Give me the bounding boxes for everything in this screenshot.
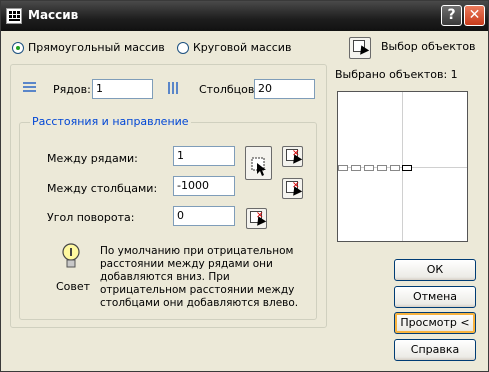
rect-array-radio[interactable] <box>12 42 24 54</box>
columns-label: Столбцов: <box>199 83 259 96</box>
angle-input[interactable]: 0 <box>173 206 235 226</box>
array-app-icon <box>6 8 22 24</box>
col-offset-label: Между столбцами: <box>47 182 158 195</box>
select-objects-button[interactable] <box>349 37 371 59</box>
rows-icon <box>23 82 36 92</box>
preview-cell-base <box>402 165 412 171</box>
title-bar: Массив ? ✕ <box>1 1 488 31</box>
pick-angle-button[interactable]: ✕ <box>246 208 267 229</box>
help-icon-button[interactable]: ? <box>441 5 462 26</box>
preview-button[interactable]: Просмотр < <box>394 312 476 334</box>
preview-cell <box>390 165 400 171</box>
row-offset-input[interactable]: 1 <box>173 146 235 166</box>
columns-icon <box>168 82 178 94</box>
ok-button[interactable]: ОК <box>394 259 476 281</box>
pick-both-offsets-button[interactable] <box>245 146 272 180</box>
columns-input[interactable]: 20 <box>254 79 315 99</box>
preview-cell <box>338 165 348 171</box>
pick-row-offset-button[interactable]: ✕ <box>282 146 303 167</box>
rect-array-label[interactable]: Прямоугольный массив <box>28 41 165 54</box>
array-dialog: Массив ? ✕ Прямоугольный массив Круговой… <box>0 0 489 372</box>
tip-label: Совет <box>56 280 91 293</box>
cancel-button[interactable]: Отмена <box>394 286 476 308</box>
array-preview <box>337 91 468 242</box>
polar-array-label[interactable]: Круговой массив <box>193 41 291 54</box>
angle-label: Угол поворота: <box>47 211 135 224</box>
preview-cell <box>351 165 361 171</box>
help-button[interactable]: Справка <box>394 339 476 361</box>
col-offset-input[interactable]: -1000 <box>173 176 235 196</box>
tip-text: По умолчанию при отрицательном расстояни… <box>100 245 299 309</box>
spacing-group-title: Расстояния и направление <box>30 115 191 128</box>
row-offset-label: Между рядами: <box>47 152 138 165</box>
pick-column-offset-button[interactable]: ✕ <box>282 178 303 199</box>
preview-cell <box>377 165 387 171</box>
rows-input[interactable]: 1 <box>92 79 153 99</box>
close-button[interactable]: ✕ <box>464 5 485 26</box>
pick-offset-rect-icon <box>251 157 266 176</box>
lightbulb-icon <box>62 243 80 268</box>
window-title: Массив <box>28 8 79 22</box>
rows-label: Рядов: <box>53 83 91 96</box>
selected-count: Выбрано объектов: 1 <box>335 68 458 81</box>
preview-cell <box>364 165 374 171</box>
polar-array-radio[interactable] <box>177 42 189 54</box>
select-objects-label: Выбор объектов <box>381 40 476 53</box>
